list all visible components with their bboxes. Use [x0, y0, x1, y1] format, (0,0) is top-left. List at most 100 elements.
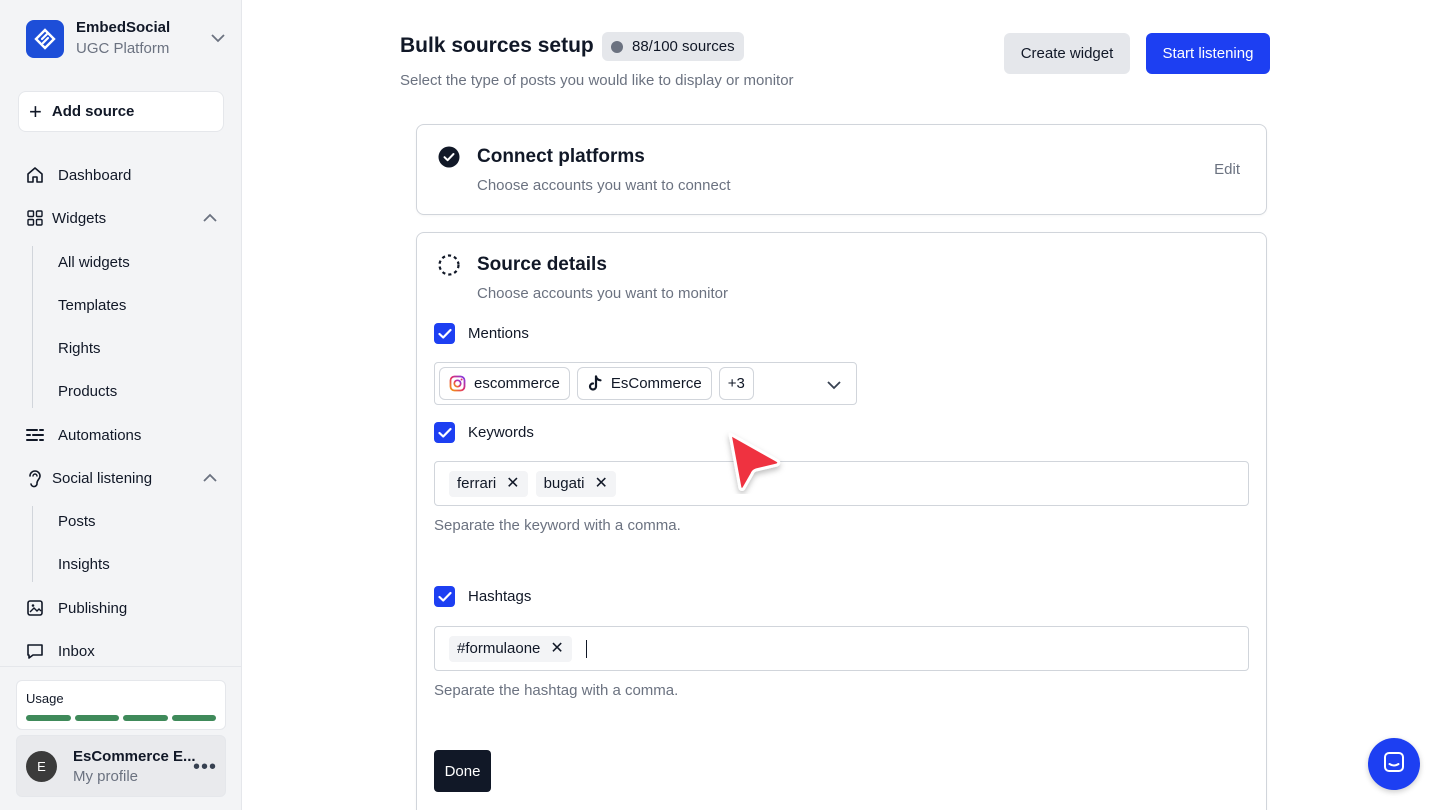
profile-link: My profile	[73, 767, 139, 785]
chat-icon	[1382, 750, 1406, 779]
home-icon	[24, 164, 46, 186]
start-listening-button[interactable]: Start listening	[1146, 33, 1270, 74]
mentions-label: Mentions	[468, 325, 529, 342]
more-options-icon[interactable]: •••	[193, 756, 217, 779]
chevron-down-icon[interactable]	[210, 30, 226, 48]
dashed-circle-icon	[438, 254, 460, 276]
sidebar-item-social-listening[interactable]: Social listening	[24, 463, 224, 493]
usage-bar-segment	[123, 715, 168, 721]
step-title: Connect platforms	[477, 146, 645, 167]
add-source-label: Add source	[51, 103, 135, 120]
profile-name: EsCommerce E...	[73, 747, 196, 765]
page-title: Bulk sources setup	[400, 34, 594, 57]
done-button[interactable]: Done	[434, 750, 491, 792]
sidebar-item-label: Dashboard	[58, 166, 132, 184]
status-dot-icon	[611, 40, 623, 53]
account-name: escommerce	[474, 375, 560, 392]
sidebar-item-label: Widgets	[52, 209, 107, 227]
embedsocial-logo-icon	[26, 20, 64, 58]
usage-label: Usage	[26, 691, 64, 706]
brand-switcher[interactable]: EmbedSocial UGC Platform	[26, 18, 226, 60]
sources-count: 88/100 sources	[632, 38, 735, 55]
ear-icon	[24, 467, 46, 489]
sidebar-item-dashboard[interactable]: Dashboard	[24, 160, 224, 190]
step-subtitle: Choose accounts you want to connect	[477, 177, 731, 194]
check-circle-icon	[438, 146, 460, 168]
close-icon[interactable]: ✕	[506, 475, 519, 492]
step-subtitle: Choose accounts you want to monitor	[477, 285, 728, 302]
sidebar-item-insights[interactable]: Insights	[58, 550, 110, 578]
tag-label: ferrari	[457, 475, 497, 492]
usage-bar-segment	[74, 715, 119, 721]
source-details-card: Source details Choose accounts you want …	[416, 232, 1267, 810]
mentions-checkbox[interactable]	[434, 323, 455, 344]
keywords-checkbox-row[interactable]: Keywords	[434, 422, 534, 443]
mentions-checkbox-row[interactable]: Mentions	[434, 323, 529, 344]
keywords-input[interactable]: ferrari ✕ bugati ✕	[434, 461, 1249, 506]
add-source-button[interactable]: + Add source	[18, 91, 224, 132]
sidebar-item-posts[interactable]: Posts	[58, 507, 96, 535]
sidebar-item-widgets[interactable]: Widgets	[24, 203, 224, 233]
tiktok-icon	[587, 375, 603, 392]
keywords-label: Keywords	[468, 424, 534, 441]
mentions-accounts-select[interactable]: escommerce EsCommerce +3	[434, 362, 857, 405]
submenu-divider	[32, 506, 33, 582]
profile-card[interactable]: E EsCommerce E... My profile •••	[16, 735, 226, 797]
sidebar-item-automations[interactable]: Automations	[24, 420, 224, 450]
tag-label: #formulaone	[457, 640, 541, 657]
chat-bubble-icon	[24, 640, 46, 662]
keyword-tag: ferrari ✕	[449, 470, 528, 497]
more-accounts-chip[interactable]: +3	[718, 367, 754, 400]
hashtags-checkbox-row[interactable]: Hashtags	[434, 586, 531, 607]
hashtags-checkbox[interactable]	[434, 586, 455, 607]
hashtags-hint: Separate the hashtag with a comma.	[434, 682, 679, 699]
hashtags-input[interactable]: #formulaone ✕	[434, 626, 1249, 671]
pointer-cursor-icon	[722, 428, 786, 499]
sidebar-item-templates[interactable]: Templates	[58, 291, 126, 319]
sidebar-item-rights[interactable]: Rights	[58, 334, 101, 362]
automation-icon	[24, 424, 46, 446]
usage-bar-segment	[26, 715, 71, 721]
sidebar-item-all-widgets[interactable]: All widgets	[58, 248, 130, 276]
sidebar-item-label: Inbox	[58, 642, 95, 660]
sources-count-badge: 88/100 sources	[602, 32, 744, 61]
avatar: E	[26, 750, 57, 782]
hashtags-label: Hashtags	[468, 588, 532, 605]
sidebar-item-inbox[interactable]: Inbox	[24, 636, 224, 666]
create-widget-button[interactable]: Create widget	[1004, 33, 1130, 74]
hashtag-tag: #formulaone ✕	[449, 635, 572, 662]
usage-card[interactable]: Usage	[16, 680, 226, 730]
sidebar-item-products[interactable]: Products	[58, 377, 117, 405]
chevron-down-icon[interactable]	[826, 377, 842, 395]
sidebar-item-label: Automations	[58, 426, 142, 444]
step-title: Source details	[477, 254, 607, 275]
chevron-up-icon[interactable]	[202, 210, 218, 227]
instagram-icon	[449, 375, 466, 392]
chevron-up-icon[interactable]	[202, 470, 218, 487]
usage-meter	[26, 715, 216, 721]
keywords-checkbox[interactable]	[434, 422, 455, 443]
plus-icon: +	[29, 98, 42, 124]
keywords-hint: Separate the keyword with a comma.	[434, 517, 681, 534]
brand-subtitle: UGC Platform	[76, 40, 170, 57]
account-chip[interactable]: EsCommerce	[576, 367, 712, 400]
close-icon[interactable]: ✕	[594, 475, 607, 492]
page-subtitle: Select the type of posts you would like …	[400, 72, 794, 89]
sidebar-item-label: Social listening	[52, 469, 153, 487]
account-name: EsCommerce	[610, 375, 702, 392]
sidebar-item-publishing[interactable]: Publishing	[24, 593, 224, 623]
sidebar-item-label: Publishing	[58, 599, 128, 617]
chat-support-button[interactable]	[1368, 738, 1420, 790]
connect-platforms-card: Connect platforms Choose accounts you wa…	[416, 124, 1267, 215]
tag-label: bugati	[543, 475, 585, 492]
brand-name: EmbedSocial	[76, 19, 171, 36]
keyword-tag: bugati ✕	[535, 470, 616, 497]
close-icon[interactable]: ✕	[550, 640, 563, 657]
image-icon	[24, 597, 46, 619]
usage-bar-segment	[171, 715, 216, 721]
text-caret	[585, 639, 587, 658]
account-chip[interactable]: escommerce	[439, 367, 570, 400]
sidebar: EmbedSocial UGC Platform + Add source Da…	[0, 0, 242, 810]
grid-icon	[24, 207, 46, 229]
edit-link[interactable]: Edit	[1214, 161, 1240, 178]
